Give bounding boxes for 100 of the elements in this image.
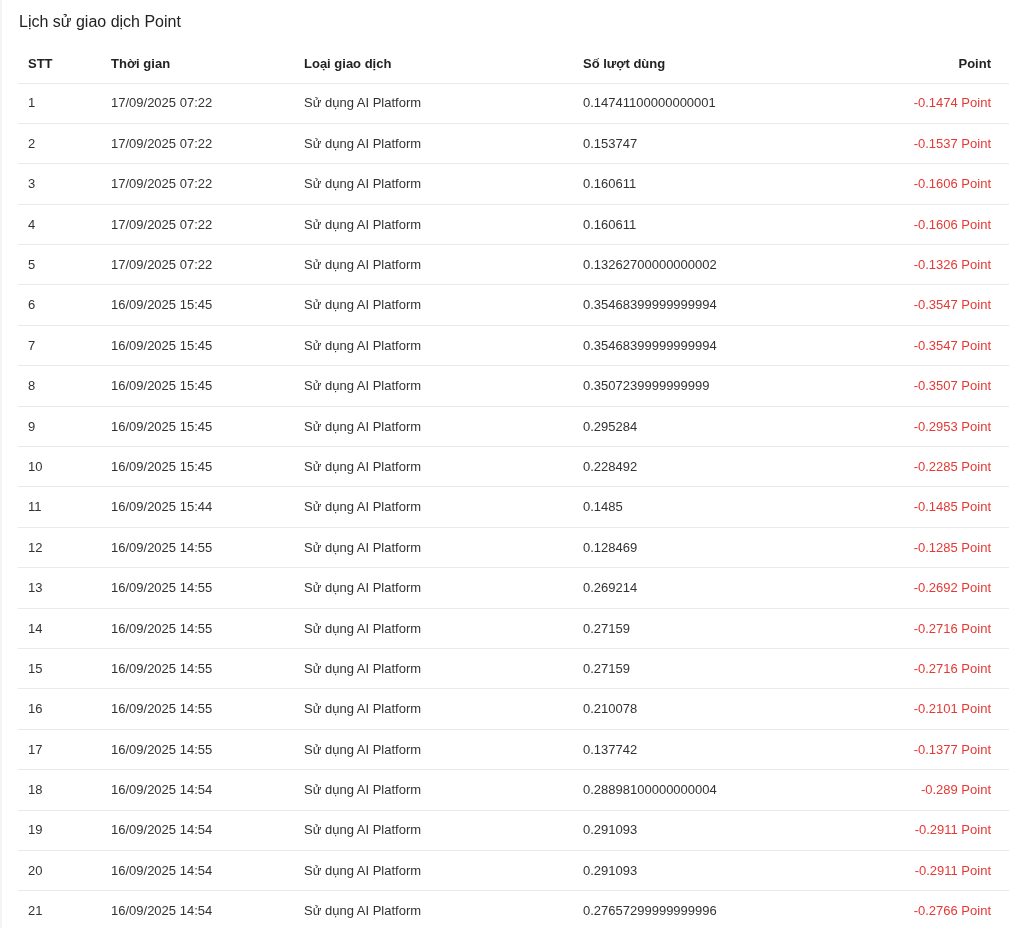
- table-cell: 10: [18, 446, 101, 487]
- table-cell: Sử dụng AI Platform: [294, 204, 573, 245]
- table-cell: 17/09/2025 07:22: [101, 204, 294, 245]
- table-cell: -0.1606 Point: [823, 204, 1009, 245]
- table-cell: 16/09/2025 14:55: [101, 729, 294, 770]
- table-cell: Sử dụng AI Platform: [294, 284, 573, 326]
- table-cell: Sử dụng AI Platform: [294, 486, 573, 528]
- table-cell: 21: [18, 890, 101, 928]
- table-cell: 0.27657299999999996: [573, 890, 823, 928]
- table-cell: -0.1485 Point: [823, 486, 1009, 528]
- column-header: Loại giao dịch: [294, 44, 573, 83]
- table-cell: 16/09/2025 15:45: [101, 365, 294, 407]
- table-cell: 8: [18, 365, 101, 407]
- table-cell: Sử dụng AI Platform: [294, 648, 573, 689]
- table-cell: 19: [18, 810, 101, 851]
- table-cell: 0.27159: [573, 648, 823, 689]
- table-cell: 4: [18, 204, 101, 245]
- table-cell: Sử dụng AI Platform: [294, 729, 573, 770]
- table-cell: Sử dụng AI Platform: [294, 365, 573, 407]
- table-cell: 0.3507239999999999: [573, 365, 823, 407]
- table-cell: 0.28898100000000004: [573, 769, 823, 811]
- table-cell: 16/09/2025 14:54: [101, 810, 294, 851]
- table-cell: Sử dụng AI Platform: [294, 406, 573, 447]
- table-cell: 16/09/2025 14:55: [101, 527, 294, 568]
- table-cell: Sử dụng AI Platform: [294, 163, 573, 205]
- table-cell: -0.2911 Point: [823, 810, 1009, 851]
- table-cell: Sử dụng AI Platform: [294, 446, 573, 487]
- table-cell: 0.160611: [573, 163, 823, 205]
- table-cell: -0.289 Point: [823, 769, 1009, 811]
- table-cell: -0.3507 Point: [823, 365, 1009, 407]
- table-cell: 17/09/2025 07:22: [101, 83, 294, 124]
- table-cell: 15: [18, 648, 101, 689]
- table-cell: 17/09/2025 07:22: [101, 123, 294, 164]
- table-cell: 9: [18, 406, 101, 447]
- table-cell: 0.35468399999999994: [573, 325, 823, 366]
- table-cell: 0.35468399999999994: [573, 284, 823, 326]
- column-header: Point: [823, 44, 1009, 83]
- table-cell: -0.3547 Point: [823, 284, 1009, 326]
- table-cell: 0.160611: [573, 204, 823, 245]
- table-cell: -0.1537 Point: [823, 123, 1009, 164]
- table-cell: 16/09/2025 14:54: [101, 769, 294, 811]
- table-cell: -0.2716 Point: [823, 608, 1009, 649]
- table-cell: 16/09/2025 14:55: [101, 688, 294, 730]
- table-cell: Sử dụng AI Platform: [294, 850, 573, 891]
- table-cell: -0.2953 Point: [823, 406, 1009, 447]
- table-cell: -0.2716 Point: [823, 648, 1009, 689]
- table-cell: Sử dụng AI Platform: [294, 769, 573, 811]
- table-cell: 0.291093: [573, 850, 823, 891]
- table-cell: 16/09/2025 14:55: [101, 608, 294, 649]
- table-cell: -0.1326 Point: [823, 244, 1009, 285]
- table-cell: 12: [18, 527, 101, 568]
- table-cell: -0.1285 Point: [823, 527, 1009, 568]
- table-cell: 0.137742: [573, 729, 823, 770]
- table-cell: 0.228492: [573, 446, 823, 487]
- table-cell: 20: [18, 850, 101, 891]
- table-cell: -0.2766 Point: [823, 890, 1009, 928]
- table-cell: 7: [18, 325, 101, 366]
- table-cell: Sử dụng AI Platform: [294, 325, 573, 366]
- table-cell: 0.14741100000000001: [573, 83, 823, 124]
- table-cell: Sử dụng AI Platform: [294, 688, 573, 730]
- column-header: Thời gian: [101, 44, 294, 83]
- table-cell: -0.3547 Point: [823, 325, 1009, 366]
- table-cell: 0.269214: [573, 567, 823, 609]
- table-cell: 13: [18, 567, 101, 609]
- table-cell: -0.2285 Point: [823, 446, 1009, 487]
- table-cell: 0.153747: [573, 123, 823, 164]
- table-cell: 11: [18, 486, 101, 528]
- table-cell: 16: [18, 688, 101, 730]
- table-cell: Sử dụng AI Platform: [294, 567, 573, 609]
- table-cell: 16/09/2025 14:54: [101, 850, 294, 891]
- table-cell: -0.2101 Point: [823, 688, 1009, 730]
- table-cell: Sử dụng AI Platform: [294, 608, 573, 649]
- table-cell: 17/09/2025 07:22: [101, 244, 294, 285]
- table-cell: 0.291093: [573, 810, 823, 851]
- table-cell: -0.2692 Point: [823, 567, 1009, 609]
- table-cell: 16/09/2025 15:45: [101, 325, 294, 366]
- column-header: STT: [18, 44, 101, 83]
- table-cell: Sử dụng AI Platform: [294, 83, 573, 124]
- table-cell: -0.2911 Point: [823, 850, 1009, 891]
- table-cell: 0.1485: [573, 486, 823, 528]
- table-cell: -0.1377 Point: [823, 729, 1009, 770]
- table-cell: Sử dụng AI Platform: [294, 810, 573, 851]
- table-cell: 18: [18, 769, 101, 811]
- table-cell: 16/09/2025 15:45: [101, 284, 294, 326]
- table-cell: 16/09/2025 14:55: [101, 648, 294, 689]
- table-cell: 17/09/2025 07:22: [101, 163, 294, 205]
- page-title: Lịch sử giao dịch Point: [19, 12, 182, 32]
- table-cell: -0.1606 Point: [823, 163, 1009, 205]
- column-header: Số lượt dùng: [573, 44, 823, 83]
- table-cell: 1: [18, 83, 101, 124]
- table-cell: 16/09/2025 15:45: [101, 446, 294, 487]
- table-cell: 3: [18, 163, 101, 205]
- table-cell: Sử dụng AI Platform: [294, 890, 573, 928]
- table-cell: 16/09/2025 14:55: [101, 567, 294, 609]
- table-cell: 0.128469: [573, 527, 823, 568]
- table-cell: -0.1474 Point: [823, 83, 1009, 124]
- table-cell: 17: [18, 729, 101, 770]
- table-cell: 14: [18, 608, 101, 649]
- table-cell: 5: [18, 244, 101, 285]
- table-cell: 0.27159: [573, 608, 823, 649]
